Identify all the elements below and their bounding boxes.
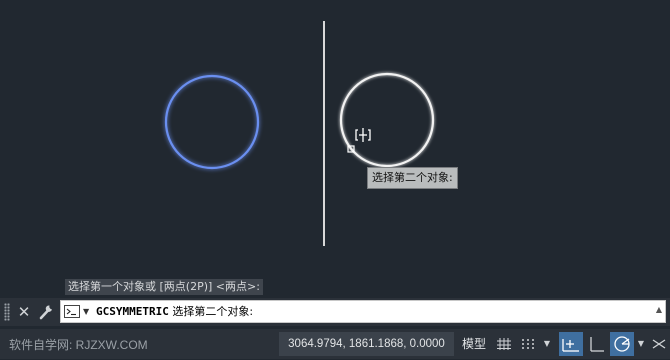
coordinate-readout[interactable]: 3064.9794, 1861.1868, 0.0000 <box>279 332 454 356</box>
polar-tracking-icon[interactable] <box>610 332 634 356</box>
command-prompt: 选择第二个对象: <box>172 305 254 318</box>
infer-constraints-icon[interactable] <box>559 332 583 356</box>
drawing-canvas[interactable] <box>0 0 670 295</box>
ortho-mode-icon[interactable] <box>586 332 608 356</box>
command-name: GCSYMMETRIC <box>96 305 169 318</box>
command-history-line: 选择第一个对象或 [两点(2P)] <两点>: <box>65 279 263 295</box>
command-prompt-icon[interactable] <box>64 305 80 318</box>
isometric-drafting-icon[interactable] <box>650 332 668 356</box>
command-input[interactable]: ▼ GCSYMMETRIC 选择第二个对象: ▲ <box>60 300 666 323</box>
status-bar: 软件自学网: RJZXW.COM 3064.9794, 1861.1868, 0… <box>0 329 670 359</box>
watermark-text: 软件自学网: RJZXW.COM <box>9 338 148 352</box>
model-space-button[interactable]: 模型 <box>458 332 490 356</box>
cursor-tooltip: 选择第二个对象: <box>367 167 458 189</box>
second-circle[interactable] <box>339 72 435 168</box>
recent-commands-arrow-icon[interactable]: ▼ <box>83 305 89 318</box>
grip-handle-icon[interactable] <box>4 303 10 321</box>
pick-cursor-icon <box>355 128 371 142</box>
grid-icon[interactable] <box>494 332 514 356</box>
command-line-bar: ✕ ▼ GCSYMMETRIC 选择第二个对象: ▲ <box>0 298 670 326</box>
snap-dropdown-icon[interactable]: ▼ <box>540 332 554 356</box>
snap-grid-icon[interactable] <box>518 332 538 356</box>
scroll-up-icon[interactable]: ▲ <box>656 305 662 314</box>
polar-dropdown-icon[interactable]: ▼ <box>635 332 647 356</box>
wrench-icon[interactable] <box>36 301 56 323</box>
close-icon[interactable]: ✕ <box>14 301 34 323</box>
command-prompt-text: GCSYMMETRIC 选择第二个对象: <box>96 301 253 322</box>
first-circle-selected[interactable] <box>164 74 260 170</box>
